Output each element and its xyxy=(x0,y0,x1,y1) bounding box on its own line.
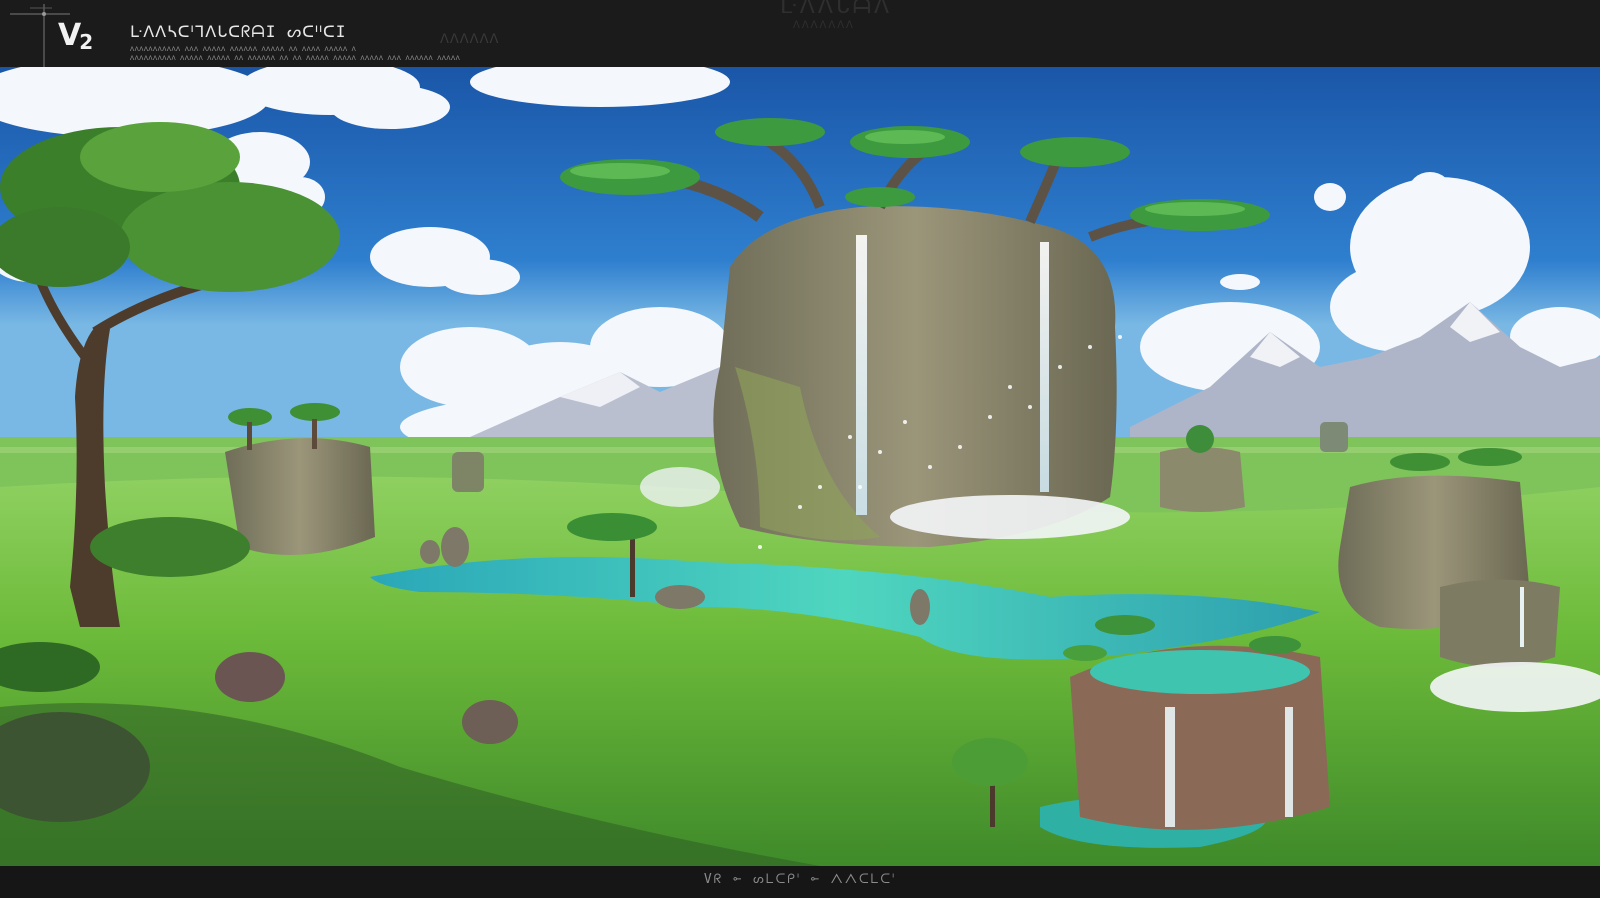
logo: V2 xyxy=(58,18,93,54)
footer-caption: Vᖇ ⟜ ᔕᒪᑕᑭᑊ ⟜ ᐱᐱᑕᒪᑕᑊ xyxy=(703,872,897,887)
banner-subtitle-line-1: ᐱᐱᐱᐱᐱᐱᐱᐱᐱᐱᐱ ᐱᐱᐱ ᐱᐱᐱᐱᐱ ᐱᐱᐱᐱᐱᐱ ᐱᐱᐱᐱᐱ ᐱᐱ ᐱᐱ… xyxy=(130,46,357,53)
top-banner: V2 ᒷᐱᐱᓴᑕᑊᒣᐱᒐᑕᖇᗩI ᔕᑕᑊᑊᑕI ᐱᐱᐱᐱᐱᐱᐱᐱᐱᐱᐱ ᐱᐱᐱ … xyxy=(0,0,1600,67)
banner-faint-label: ᐱᐱᐱᐱᐱᐱ xyxy=(440,32,500,47)
fantasy-landscape-artwork xyxy=(0,67,1600,866)
banner-subtitle-line-2: ᐱᐱᐱᐱᐱᐱᐱᐱᐱᐱ ᐱᐱᐱᐱᐱ ᐱᐱᐱᐱᐱ ᐱᐱ ᐱᐱᐱᐱᐱᐱ ᐱᐱ ᐱᐱ ᐱ… xyxy=(130,55,461,62)
banner-faint-subtitle: ᐱᐱᐱᐱᐱᐱᐱ xyxy=(793,20,855,31)
waterfall-left xyxy=(856,235,867,515)
banner-title: ᒷᐱᐱᓴᑕᑊᒣᐱᒐᑕᖇᗩI ᔕᑕᑊᑊᑕI xyxy=(130,22,347,41)
banner-faint-title: ᒷᐱᐱᒐᗩᐱ xyxy=(780,0,893,19)
waterfall-right xyxy=(1040,242,1049,492)
landscape-illustration xyxy=(0,67,1600,866)
